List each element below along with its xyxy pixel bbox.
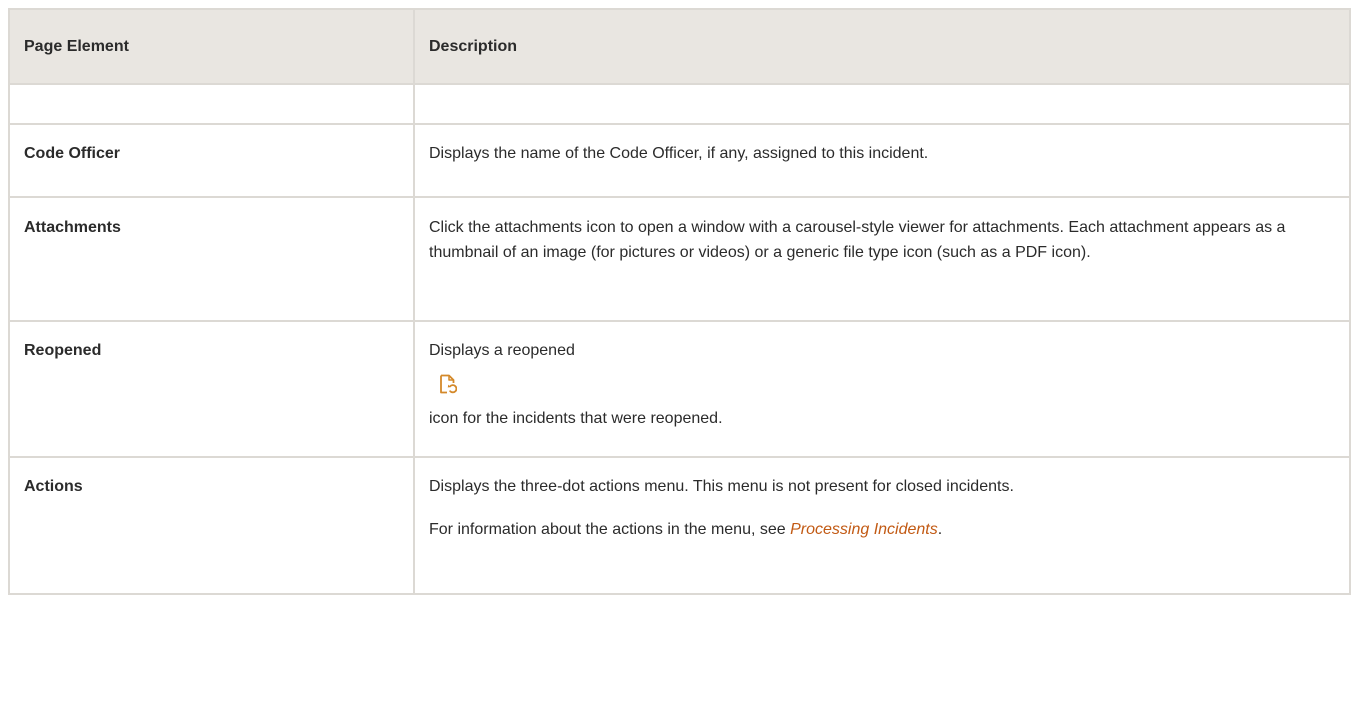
processing-incidents-link[interactable]: Processing Incidents [790,521,938,538]
note-prefix: For information about the actions in the… [429,521,791,538]
element-cell: Actions [8,456,415,595]
description-cell: Displays a reopened icon for the inciden… [413,320,1351,458]
description-cell: Displays the name of the Code Officer, i… [413,123,1351,198]
description-text: icon for the incidents that were reopene… [429,410,723,427]
reopened-file-icon [440,374,457,394]
table-row: Code Officer Displays the name of the Co… [8,123,1351,198]
page-element-table: Page Element Description Code Officer Di… [8,8,1351,595]
description-cell [413,83,1351,125]
related-topic-note: For information about the actions in the… [429,517,1335,542]
note-suffix: . [937,521,943,538]
description-cell: Displays the three-dot actions menu. Thi… [413,456,1351,595]
table-row [8,83,1351,125]
element-cell: Attachments [8,196,415,322]
table-header-row: Page Element Description [8,8,1351,85]
header-page-element: Page Element [8,8,415,85]
element-cell: Code Officer [8,123,415,198]
description-text: Displays the three-dot actions menu. Thi… [429,478,1014,495]
header-description: Description [413,8,1351,85]
description-text: Displays the name of the Code Officer, i… [429,145,929,162]
table-row: Reopened Displays a reopened icon for th… [8,320,1351,458]
description-text: Click the attachments icon to open a win… [429,219,1286,261]
description-text: Displays a reopened [429,342,575,359]
table-row: Attachments Click the attachments icon t… [8,196,1351,322]
element-cell [8,83,415,125]
description-cell: Click the attachments icon to open a win… [413,196,1351,322]
table-row: Actions Displays the three-dot actions m… [8,456,1351,595]
element-cell: Reopened [8,320,415,458]
